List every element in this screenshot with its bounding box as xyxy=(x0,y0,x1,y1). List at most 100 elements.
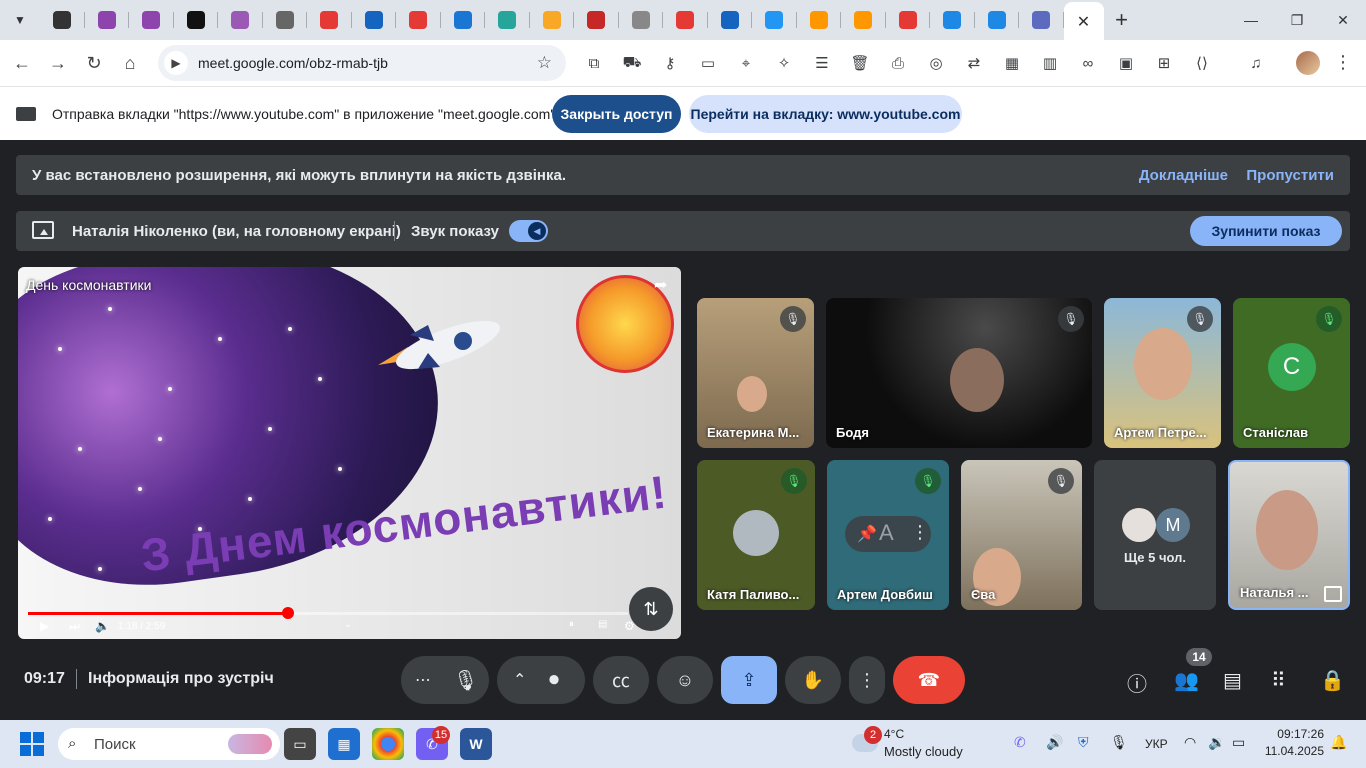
more-audio-options-icon[interactable]: ⋯ xyxy=(415,670,431,690)
pin-icon[interactable]: 📌 xyxy=(857,524,877,544)
presented-video[interactable]: День космонавтики ➦ З Днем космонавтики!… xyxy=(18,267,681,639)
car-icon[interactable]: ⛟ xyxy=(613,40,651,86)
tab-4-favicon-icon[interactable] xyxy=(174,0,219,40)
reader-icon[interactable]: ☰ xyxy=(803,40,841,86)
tab-16-favicon-icon[interactable] xyxy=(708,0,753,40)
tab-9-favicon-icon[interactable] xyxy=(396,0,441,40)
tab-13-favicon-icon[interactable] xyxy=(574,0,619,40)
new-tab-plus-icon[interactable]: + xyxy=(1104,0,1140,40)
participant-tile[interactable]: 🎙 Екатерина М... xyxy=(697,298,814,448)
tab-17-favicon-icon[interactable] xyxy=(752,0,797,40)
taskbar-search[interactable]: ⌕ Поиск xyxy=(58,728,280,760)
tab-7-favicon-icon[interactable] xyxy=(307,0,352,40)
location-pin-icon[interactable]: ⌖ xyxy=(727,40,765,86)
microphone-icon[interactable]: 🎙 xyxy=(453,668,478,693)
print-icon[interactable]: ⎙ xyxy=(879,40,917,86)
self-tile[interactable]: Наталья ... xyxy=(1228,460,1350,610)
windows-start-icon[interactable] xyxy=(20,732,44,756)
tab-23-favicon-icon[interactable] xyxy=(1019,0,1064,40)
participant-tile[interactable]: 📌 А ⋮ 🎙 Артем Довбиш xyxy=(827,460,949,610)
devtools-code-icon[interactable]: ⟨⟩ xyxy=(1183,40,1221,86)
tab-18-favicon-icon[interactable] xyxy=(797,0,842,40)
viber-tray-icon[interactable]: ✆ xyxy=(1014,734,1026,751)
share-audio-toggle[interactable]: ◀ xyxy=(509,220,548,242)
tab-1-favicon-icon[interactable] xyxy=(40,0,85,40)
tab-21-favicon-icon[interactable] xyxy=(930,0,975,40)
forward-arrow-icon[interactable]: → xyxy=(40,45,76,81)
raise-hand-button[interactable]: ✋ xyxy=(785,656,841,704)
media-control-icon[interactable]: ♫ xyxy=(1237,40,1275,86)
people-icon[interactable]: 👥 xyxy=(1174,668,1199,693)
site-info-icon[interactable]: ▶ xyxy=(164,51,188,75)
next-icon[interactable]: ⏭ xyxy=(69,619,80,634)
play-icon[interactable]: ▶ xyxy=(40,619,49,633)
extensions-puzzle-icon[interactable]: ⧉ xyxy=(575,40,613,86)
more-options-icon[interactable]: ⋮ xyxy=(911,522,929,543)
word-taskbar-icon[interactable]: W xyxy=(460,728,492,760)
reactions-button[interactable]: ☺ xyxy=(657,656,713,704)
card-icon[interactable]: ▭ xyxy=(689,40,727,86)
minimize-icon[interactable]: — xyxy=(1228,0,1274,40)
cast-icon[interactable]: ▣ xyxy=(1107,40,1145,86)
swap-layout-icon[interactable]: ⇅ xyxy=(629,587,673,631)
participant-tile[interactable]: 🎙 Бодя xyxy=(826,298,1092,448)
stop-presenting-button[interactable]: Зупинити показ xyxy=(1190,216,1342,246)
chapters-chevron-icon[interactable]: ⌄ xyxy=(344,619,352,630)
delete-icon[interactable]: 🗑 xyxy=(841,40,879,86)
taskbar-date[interactable]: 11.04.2025 xyxy=(1262,744,1324,758)
participant-tile[interactable]: С 🎙 Станіслав xyxy=(1233,298,1350,448)
address-bar[interactable]: ▶ meet.google.com/obz-rmab-tjb ☆ xyxy=(158,45,566,81)
microphone-tray-icon[interactable]: 🎙 xyxy=(1110,734,1128,751)
participant-tile[interactable]: 🎙 Катя Паливо... xyxy=(697,460,815,610)
tab-search-dropdown-icon[interactable]: ▼ xyxy=(0,0,40,40)
wifi-icon[interactable]: ◠ xyxy=(1184,734,1196,751)
maximize-icon[interactable]: ❐ xyxy=(1274,0,1320,40)
stop-sharing-button[interactable]: Закрыть доступ xyxy=(552,95,681,133)
reload-icon[interactable]: ↻ xyxy=(76,45,112,81)
battery-icon[interactable]: ▭ xyxy=(1232,734,1245,751)
back-arrow-icon[interactable]: ← xyxy=(4,45,40,81)
tab-22-favicon-icon[interactable] xyxy=(975,0,1020,40)
meeting-details-info-icon[interactable]: ⓘ xyxy=(1127,668,1147,697)
host-controls-lock-icon[interactable]: 🔒 xyxy=(1320,668,1345,693)
translate-icon[interactable]: ⇄ xyxy=(955,40,993,86)
picture-in-picture-icon[interactable] xyxy=(1324,586,1342,602)
tab-15-favicon-icon[interactable] xyxy=(663,0,708,40)
activities-apps-icon[interactable]: ⠿ xyxy=(1271,668,1286,693)
tab-20-favicon-icon[interactable] xyxy=(886,0,931,40)
tab-10-favicon-icon[interactable] xyxy=(441,0,486,40)
dismiss-link[interactable]: Пропустити xyxy=(1246,167,1334,184)
autoplay-toggle-icon[interactable]: ⏸ xyxy=(569,619,574,630)
volume-icon[interactable]: 🔉 xyxy=(1208,734,1225,751)
volume-icon[interactable]: 🔈 xyxy=(95,619,110,633)
participant-tile[interactable]: 🎙 Артем Петре... xyxy=(1104,298,1221,448)
switch-to-tab-button[interactable]: Перейти на вкладку: www.youtube.com xyxy=(689,95,962,133)
tab-12-favicon-icon[interactable] xyxy=(530,0,575,40)
favorites-icon[interactable]: ✧ xyxy=(765,40,803,86)
defender-shield-icon[interactable]: ⛨ xyxy=(1078,734,1089,751)
share-arrow-icon[interactable]: ➦ xyxy=(654,275,667,295)
microsoft-store-icon[interactable]: ▦ xyxy=(328,728,360,760)
participant-tile[interactable]: 🎙 Єва xyxy=(961,460,1082,610)
tab-5-favicon-icon[interactable] xyxy=(218,0,263,40)
tab-11-favicon-icon[interactable] xyxy=(485,0,530,40)
more-video-options-icon[interactable]: ⌃ xyxy=(513,670,526,690)
active-tab-close-icon[interactable]: ✕ xyxy=(1063,2,1104,42)
tab-14-favicon-icon[interactable] xyxy=(619,0,664,40)
subtitles-icon[interactable]: ▤ xyxy=(598,619,607,630)
input-language[interactable]: УКР xyxy=(1145,737,1168,751)
notifications-bell-icon[interactable]: 🔔 xyxy=(1330,734,1347,751)
table-icon[interactable]: ⊞ xyxy=(1145,40,1183,86)
close-window-icon[interactable]: ✕ xyxy=(1320,0,1366,40)
task-view-icon[interactable]: ▭ xyxy=(284,728,316,760)
chrome-taskbar-icon[interactable] xyxy=(372,728,404,760)
link-icon[interactable]: ∞ xyxy=(1069,40,1107,86)
camera-icon[interactable]: ⏺ xyxy=(549,669,559,692)
qr-code-icon[interactable]: ▦ xyxy=(993,40,1031,86)
others-tile[interactable]: M Ще 5 чол. xyxy=(1094,460,1216,610)
video-progress-handle[interactable] xyxy=(281,607,294,619)
tab-3-favicon-icon[interactable] xyxy=(129,0,174,40)
key-icon[interactable]: ⚷ xyxy=(651,40,689,86)
tab-8-favicon-icon[interactable] xyxy=(352,0,397,40)
reading-mode-icon[interactable]: ▥ xyxy=(1031,40,1069,86)
